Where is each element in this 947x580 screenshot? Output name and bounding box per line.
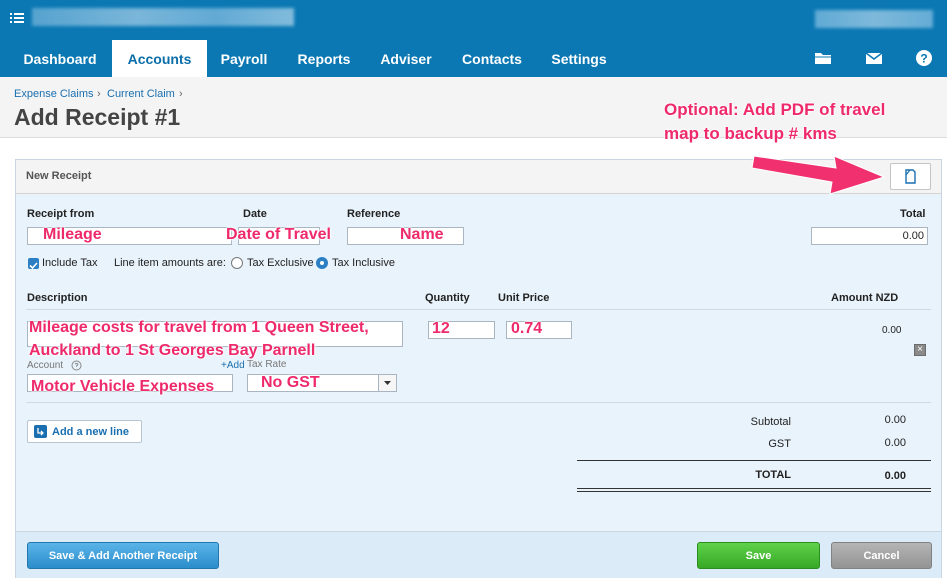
annotation-arrow-icon xyxy=(751,155,886,195)
header-divider xyxy=(26,309,931,310)
subtotal-value: 0.00 xyxy=(884,414,906,426)
grand-total-label: TOTAL xyxy=(755,469,791,481)
breadcrumb-expense-claims[interactable]: Expense Claims xyxy=(14,88,93,100)
receipt-from-label: Receipt from xyxy=(27,208,95,220)
tab-adviser[interactable]: Adviser xyxy=(370,40,442,77)
folder-icon[interactable] xyxy=(813,49,833,67)
annotation-account: Motor Vehicle Expenses xyxy=(31,378,215,395)
gst-value: 0.00 xyxy=(884,437,906,449)
organisation-name-redacted xyxy=(32,8,294,26)
tab-contacts[interactable]: Contacts xyxy=(452,40,532,77)
cancel-button[interactable]: Cancel xyxy=(831,542,932,569)
total-rule-top xyxy=(577,460,931,461)
main-navigation: Dashboard Accounts Payroll Reports Advis… xyxy=(0,40,947,77)
top-bar xyxy=(0,0,947,40)
tab-reports[interactable]: Reports xyxy=(286,40,362,77)
annotation-unit-price: 0.74 xyxy=(511,320,543,337)
total-input[interactable]: 0.00 xyxy=(811,227,928,245)
help-glyph: ? xyxy=(920,52,927,66)
date-label: Date xyxy=(243,208,267,220)
document-icon xyxy=(905,169,916,184)
amount-column-header: Amount NZD xyxy=(831,292,899,304)
add-line-icon xyxy=(34,425,47,438)
quantity-column-header: Quantity xyxy=(425,292,470,304)
annotation-description-line2: Auckland to 1 St Georges Bay Parnell xyxy=(29,342,316,359)
help-icon[interactable]: ? xyxy=(914,49,934,67)
attach-file-button[interactable] xyxy=(890,163,931,190)
breadcrumb-current-claim[interactable]: Current Claim xyxy=(107,88,175,100)
tax-inclusive-radio[interactable] xyxy=(316,257,328,269)
receipt-panel: New Receipt Receipt from Date Reference … xyxy=(15,159,942,578)
grand-total-value: 0.00 xyxy=(884,470,906,482)
add-new-line-button[interactable]: Add a new line xyxy=(27,420,142,443)
annotation-description: Mileage costs for travel from 1 Queen St… xyxy=(29,316,369,362)
tab-payroll[interactable]: Payroll xyxy=(210,40,278,77)
line-amount: 0.00 xyxy=(882,325,902,336)
breadcrumb-separator: › xyxy=(179,88,183,100)
breadcrumb-separator: › xyxy=(97,88,101,100)
tab-dashboard[interactable]: Dashboard xyxy=(11,40,109,77)
total-rule-double xyxy=(577,488,931,492)
delete-line-icon[interactable]: × xyxy=(914,344,926,356)
total-label: Total xyxy=(900,208,926,220)
tax-exclusive-label: Tax Exclusive xyxy=(247,257,314,269)
annotation-quantity: 12 xyxy=(432,320,450,337)
tab-settings[interactable]: Settings xyxy=(543,40,615,77)
chevron-down-icon xyxy=(384,381,391,385)
panel-title: New Receipt xyxy=(26,170,92,182)
reference-label: Reference xyxy=(347,208,401,220)
tax-rate-dropdown-button[interactable] xyxy=(378,375,396,391)
unit-price-column-header: Unit Price xyxy=(498,292,550,304)
tax-inclusive-label: Tax Inclusive xyxy=(332,257,395,269)
annotation-date: Date of Travel xyxy=(226,226,331,243)
subtotal-label: Subtotal xyxy=(750,416,791,428)
form-footer: Save & Add Another Receipt Save Cancel xyxy=(16,531,941,578)
description-column-header: Description xyxy=(27,292,88,304)
tab-accounts[interactable]: Accounts xyxy=(112,40,207,77)
annotation-description-line1: Mileage costs for travel from 1 Queen St… xyxy=(29,319,369,336)
user-name-redacted xyxy=(815,10,933,28)
gst-label: GST xyxy=(768,438,791,450)
row-divider xyxy=(26,402,931,403)
annotation-pdf-line1: Optional: Add PDF of travel xyxy=(664,100,886,119)
annotation-receipt-from: Mileage xyxy=(43,226,102,243)
include-tax-checkbox[interactable] xyxy=(28,258,39,270)
menu-icon[interactable] xyxy=(10,11,25,25)
save-button[interactable]: Save xyxy=(697,542,820,569)
add-new-line-label: Add a new line xyxy=(52,426,130,438)
annotation-reference: Name xyxy=(400,226,444,243)
include-tax-label: Include Tax xyxy=(42,257,98,269)
mail-icon[interactable] xyxy=(864,49,884,67)
page-title: Add Receipt #1 xyxy=(14,104,181,130)
amounts-are-label: Line item amounts are: xyxy=(114,257,226,269)
checkmark-icon xyxy=(29,262,38,270)
save-add-another-button[interactable]: Save & Add Another Receipt xyxy=(27,542,219,569)
tax-exclusive-radio[interactable] xyxy=(231,257,243,269)
annotation-tax-rate: No GST xyxy=(261,374,320,391)
